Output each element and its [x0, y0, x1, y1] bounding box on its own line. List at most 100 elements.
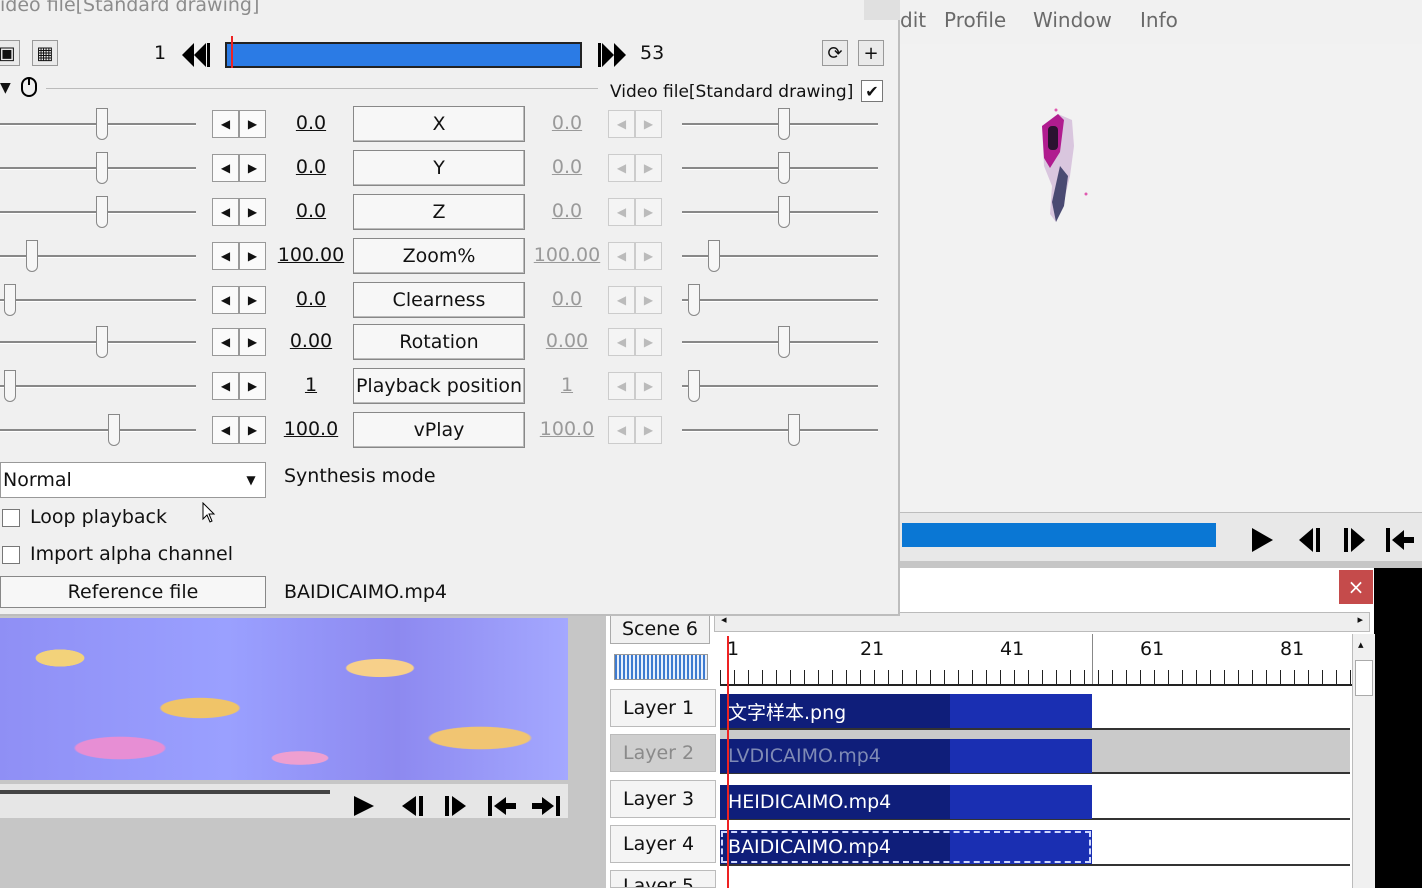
secondary-seek-bar[interactable]	[0, 790, 330, 794]
menu-edit[interactable]: dit	[900, 8, 926, 32]
image-icon[interactable]: ▣	[0, 40, 20, 66]
start-slider-thumb[interactable]	[108, 414, 120, 446]
scroll-up-icon[interactable]: ▴	[1358, 638, 1364, 651]
layer-label[interactable]: Layer 2	[610, 734, 716, 772]
start-slider-thumb[interactable]	[96, 108, 108, 140]
decrement-icon[interactable]: ◀	[212, 154, 239, 182]
synthesis-mode-select[interactable]: Normal	[0, 462, 266, 498]
chevron-down-icon[interactable]: ▼	[238, 464, 264, 496]
param-button[interactable]: Rotation	[353, 324, 525, 360]
start-slider-thumb[interactable]	[96, 196, 108, 228]
param-button[interactable]: Y	[353, 150, 525, 186]
decrement-icon[interactable]: ◀	[212, 242, 239, 270]
add-icon[interactable]: +	[858, 40, 884, 66]
timeline-clip-selected[interactable]: BAIDICAIMO.mp4	[720, 830, 1092, 864]
next-frame-icon[interactable]	[442, 794, 468, 823]
go-start-icon[interactable]	[486, 794, 518, 823]
timeline-zoom-slider[interactable]	[614, 654, 708, 680]
start-slider-thumb[interactable]	[96, 326, 108, 358]
increment-icon[interactable]: ▶	[239, 198, 266, 226]
start-slider-thumb[interactable]	[4, 284, 16, 316]
next-frame-icon[interactable]	[1334, 520, 1374, 560]
start-stepper[interactable]: ◀ ▶	[212, 286, 268, 314]
scroll-thumb[interactable]	[1355, 660, 1373, 696]
reference-file-button[interactable]: Reference file	[0, 576, 266, 608]
increment-icon[interactable]: ▶	[239, 372, 266, 400]
object-enable-checkbox[interactable]: ✔	[861, 80, 883, 102]
start-value[interactable]: 0.00	[268, 330, 354, 352]
start-slider-track[interactable]	[0, 385, 196, 388]
start-value[interactable]: 100.0	[268, 418, 354, 440]
param-button[interactable]: Zoom%	[353, 238, 525, 274]
param-button[interactable]: X	[353, 106, 525, 142]
scroll-right-icon[interactable]: ▸	[1357, 613, 1363, 626]
increment-icon[interactable]: ▶	[239, 328, 266, 356]
start-stepper[interactable]: ◀ ▶	[212, 242, 268, 270]
param-button[interactable]: Z	[353, 194, 525, 230]
timeline-clip[interactable]: LVDICAIMO.mp4	[720, 739, 1092, 773]
start-slider-thumb[interactable]	[4, 370, 16, 402]
menu-profile[interactable]: Profile	[944, 8, 1006, 32]
playhead-cursor[interactable]	[727, 636, 729, 888]
decrement-icon[interactable]: ◀	[212, 286, 239, 314]
start-value[interactable]: 0.0	[268, 156, 354, 178]
prev-frame-icon[interactable]	[400, 794, 426, 823]
timeline-clip[interactable]: 文字样本.png	[720, 694, 1092, 728]
close-button[interactable]: ×	[1339, 570, 1373, 604]
start-stepper[interactable]: ◀ ▶	[212, 372, 268, 400]
decrement-icon[interactable]: ◀	[212, 416, 239, 444]
timeline-clip[interactable]: HEIDICAIMO.mp4	[720, 785, 1092, 819]
increment-icon[interactable]: ▶	[239, 286, 266, 314]
layer-label[interactable]: Layer 4	[610, 825, 716, 863]
increment-icon[interactable]: ▶	[239, 110, 266, 138]
fast-forward-icon[interactable]	[596, 40, 628, 75]
start-value[interactable]: 0.0	[268, 112, 354, 134]
play-icon[interactable]	[1242, 520, 1282, 560]
frame-range-bar[interactable]	[225, 42, 582, 68]
import-alpha-checkbox[interactable]	[2, 546, 20, 564]
start-value[interactable]: 0.0	[268, 288, 354, 310]
start-stepper[interactable]: ◀ ▶	[212, 198, 268, 226]
decrement-icon[interactable]: ◀	[212, 198, 239, 226]
rewind-icon[interactable]	[180, 40, 212, 75]
timeline-vertical-scrollbar[interactable]: ▴	[1352, 634, 1375, 888]
menu-info[interactable]: Info	[1140, 8, 1178, 32]
scene-button[interactable]: Scene 6	[610, 614, 710, 644]
start-value[interactable]: 1	[268, 374, 354, 396]
start-value[interactable]: 0.0	[268, 200, 354, 222]
start-stepper[interactable]: ◀ ▶	[212, 328, 268, 356]
start-slider-track[interactable]	[0, 299, 196, 302]
start-slider-thumb[interactable]	[26, 240, 38, 272]
frame-marker[interactable]	[231, 36, 233, 68]
increment-icon[interactable]: ▶	[239, 242, 266, 270]
param-button[interactable]: vPlay	[353, 412, 525, 448]
decrement-icon[interactable]: ◀	[212, 328, 239, 356]
collapse-icon[interactable]: ▼	[0, 80, 11, 96]
increment-icon[interactable]: ▶	[239, 154, 266, 182]
increment-icon[interactable]: ▶	[239, 416, 266, 444]
param-button[interactable]: Clearness	[353, 282, 525, 318]
layer-row[interactable]	[720, 866, 1350, 888]
layer-label[interactable]: Layer 5	[610, 870, 716, 888]
start-stepper[interactable]: ◀ ▶	[212, 416, 268, 444]
menu-window[interactable]: Window	[1033, 8, 1112, 32]
main-seek-bar[interactable]	[902, 523, 1216, 547]
layer-label[interactable]: Layer 3	[610, 780, 716, 818]
start-slider-thumb[interactable]	[96, 152, 108, 184]
grid-icon[interactable]: ▦	[32, 40, 58, 66]
go-start-icon[interactable]	[1380, 520, 1420, 560]
start-stepper[interactable]: ◀ ▶	[212, 154, 268, 182]
prev-frame-icon[interactable]	[1290, 520, 1330, 560]
param-button[interactable]: Playback position	[353, 368, 525, 404]
start-value[interactable]: 100.00	[268, 244, 354, 266]
decrement-icon[interactable]: ◀	[212, 110, 239, 138]
loop-playback-checkbox[interactable]	[2, 509, 20, 527]
start-stepper[interactable]: ◀ ▶	[212, 110, 268, 138]
go-end-icon[interactable]	[530, 794, 562, 823]
ruler-tick: 81	[1280, 638, 1305, 660]
refresh-icon[interactable]: ⟳	[822, 40, 848, 66]
start-slider-track[interactable]	[0, 429, 196, 432]
decrement-icon[interactable]: ◀	[212, 372, 239, 400]
play-icon[interactable]	[352, 794, 376, 823]
layer-label[interactable]: Layer 1	[610, 689, 716, 727]
